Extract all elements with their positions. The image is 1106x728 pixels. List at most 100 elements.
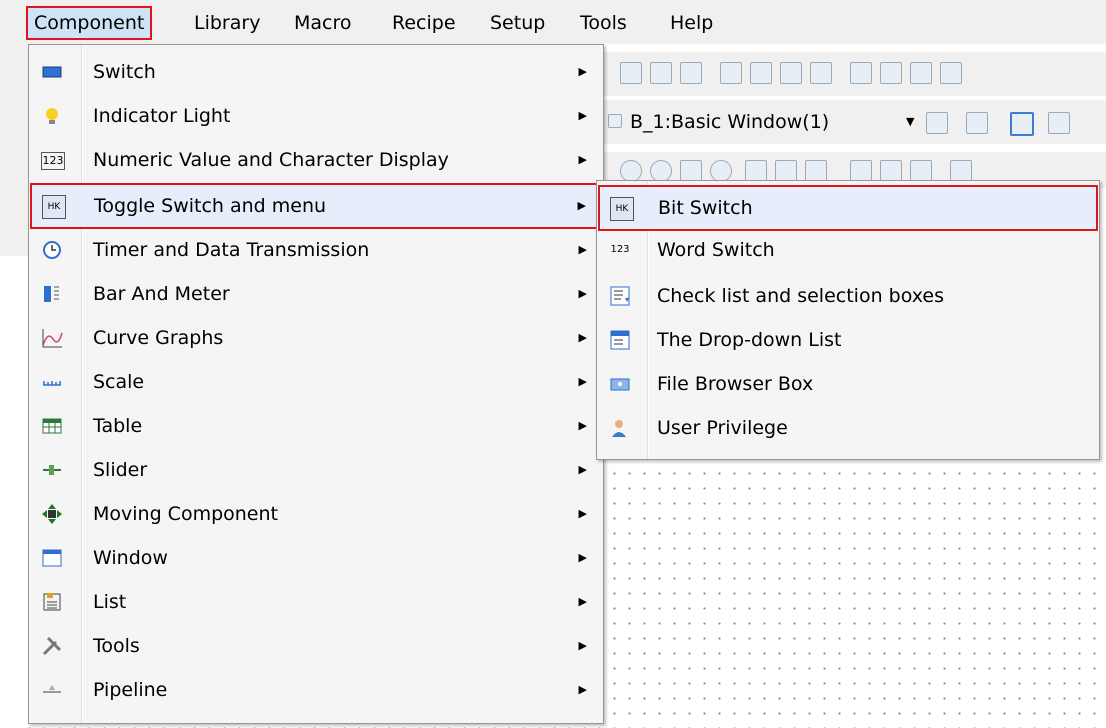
toggle-switch-submenu: HK Bit Switch 123 Word Switch Check list… bbox=[596, 180, 1100, 460]
submenu-arrow-icon: ▶ bbox=[578, 109, 587, 122]
circle-icon[interactable] bbox=[620, 160, 642, 182]
submenu-arrow-icon: ▶ bbox=[578, 331, 587, 344]
library-icon[interactable] bbox=[805, 160, 827, 182]
submenu-item-word-switch[interactable]: 123 Word Switch bbox=[599, 229, 1097, 271]
delete-icon[interactable] bbox=[910, 160, 932, 182]
clock-icon bbox=[41, 239, 63, 261]
submenu-item-file-browser[interactable]: File Browser Box bbox=[599, 363, 1097, 405]
submenu-item-dropdown-list[interactable]: The Drop-down List bbox=[599, 319, 1097, 361]
menu-help[interactable]: Help bbox=[664, 8, 719, 38]
toolbar-row-2: B_1:Basic Window(1) ▼ bbox=[600, 100, 1106, 144]
submenu-arrow-icon: ▶ bbox=[577, 199, 586, 212]
submenu-arrow-icon: ▶ bbox=[578, 153, 587, 166]
send-back-icon[interactable] bbox=[880, 62, 902, 84]
checklist-icon bbox=[609, 285, 631, 307]
same-size-icon[interactable] bbox=[780, 62, 802, 84]
color-icon[interactable] bbox=[810, 62, 832, 84]
compile-icon[interactable] bbox=[850, 160, 872, 182]
file-browser-icon bbox=[609, 373, 631, 395]
toolbar-row-1 bbox=[600, 52, 1106, 96]
run-icon[interactable] bbox=[950, 160, 972, 182]
download-icon[interactable] bbox=[880, 160, 902, 182]
menu-item-label: Curve Graphs bbox=[93, 327, 224, 349]
backward-icon[interactable] bbox=[940, 62, 962, 84]
submenu-arrow-icon: ▶ bbox=[578, 595, 587, 608]
submenu-item-label: User Privilege bbox=[657, 417, 788, 439]
menu-item-label: Indicator Light bbox=[93, 105, 231, 127]
menu-item-table[interactable]: Table ▶ bbox=[31, 405, 601, 447]
menu-macro[interactable]: Macro bbox=[288, 8, 358, 38]
lightbulb-icon bbox=[41, 105, 63, 127]
submenu-item-bit-switch[interactable]: HK Bit Switch bbox=[598, 185, 1098, 231]
ring-icon[interactable] bbox=[710, 160, 732, 182]
submenu-arrow-icon: ▶ bbox=[578, 375, 587, 388]
menu-item-indicator-light[interactable]: Indicator Light ▶ bbox=[31, 95, 601, 137]
menu-setup[interactable]: Setup bbox=[484, 8, 551, 38]
polygon-icon[interactable] bbox=[680, 160, 702, 182]
menu-tools[interactable]: Tools bbox=[574, 8, 633, 38]
window-icon bbox=[608, 114, 622, 128]
text-icon[interactable] bbox=[775, 160, 797, 182]
submenu-item-user-privilege[interactable]: User Privilege bbox=[599, 407, 1097, 449]
numeric-123-icon: 123 bbox=[41, 152, 65, 170]
menu-item-bar-meter[interactable]: Bar And Meter ▶ bbox=[31, 273, 601, 315]
menu-item-toggle-switch[interactable]: HK Toggle Switch and menu ▶ bbox=[30, 183, 602, 229]
menu-item-curve-graphs[interactable]: Curve Graphs ▶ bbox=[31, 317, 601, 359]
window-select[interactable]: B_1:Basic Window(1) bbox=[630, 105, 829, 139]
move-icon bbox=[41, 503, 63, 525]
forward-icon[interactable] bbox=[910, 62, 932, 84]
import-icon[interactable] bbox=[1048, 112, 1070, 134]
image-icon[interactable] bbox=[745, 160, 767, 182]
same-height-icon[interactable] bbox=[750, 62, 772, 84]
menu-item-tools[interactable]: Tools ▶ bbox=[31, 625, 601, 667]
submenu-arrow-icon: ▶ bbox=[578, 419, 587, 432]
menu-item-label: Timer and Data Transmission bbox=[93, 239, 370, 261]
dropdown-arrow-icon[interactable]: ▼ bbox=[906, 105, 914, 139]
dropdown-list-icon bbox=[609, 329, 631, 351]
window-icon bbox=[41, 547, 63, 569]
menu-library[interactable]: Library bbox=[188, 8, 266, 38]
curve-graph-icon bbox=[41, 327, 63, 349]
go-window-icon[interactable] bbox=[926, 112, 948, 134]
menu-item-label: Numeric Value and Character Display bbox=[93, 149, 449, 171]
menu-item-numeric-display[interactable]: 123 Numeric Value and Character Display … bbox=[31, 139, 601, 181]
submenu-arrow-icon: ▶ bbox=[578, 639, 587, 652]
align-bottom-icon[interactable] bbox=[680, 62, 702, 84]
submenu-item-label: The Drop-down List bbox=[657, 329, 842, 351]
menu-item-window[interactable]: Window ▶ bbox=[31, 537, 601, 579]
menu-component[interactable]: Component bbox=[26, 6, 153, 40]
menu-item-timer[interactable]: Timer and Data Transmission ▶ bbox=[31, 229, 601, 271]
submenu-item-label: Bit Switch bbox=[658, 197, 753, 219]
submenu-arrow-icon: ▶ bbox=[578, 287, 587, 300]
align-top-icon[interactable] bbox=[620, 62, 642, 84]
submenu-arrow-icon: ▶ bbox=[578, 243, 587, 256]
menu-item-label: Tools bbox=[93, 635, 140, 657]
arc-icon[interactable] bbox=[650, 160, 672, 182]
submenu-arrow-icon: ▶ bbox=[578, 463, 587, 476]
pipeline-icon bbox=[41, 679, 63, 701]
submenu-item-checklist[interactable]: Check list and selection boxes bbox=[599, 275, 1097, 317]
menu-item-switch[interactable]: Switch ▶ bbox=[31, 51, 601, 93]
left-toolbar-strip bbox=[0, 44, 30, 256]
table-icon bbox=[41, 415, 63, 437]
chart-window-icon[interactable] bbox=[1010, 112, 1034, 136]
menu-item-pipeline[interactable]: Pipeline ▶ bbox=[31, 669, 601, 711]
menu-recipe[interactable]: Recipe bbox=[386, 8, 462, 38]
menu-item-moving-component[interactable]: Moving Component ▶ bbox=[31, 493, 601, 535]
menu-item-label: Slider bbox=[93, 459, 148, 481]
tools-icon bbox=[41, 635, 63, 657]
menu-bar: Component Library Macro Recipe Setup Too… bbox=[0, 0, 1106, 44]
submenu-arrow-icon: ▶ bbox=[578, 65, 587, 78]
scale-icon bbox=[41, 371, 63, 393]
menu-item-slider[interactable]: Slider ▶ bbox=[31, 449, 601, 491]
submenu-item-label: File Browser Box bbox=[657, 373, 814, 395]
slider-icon bbox=[41, 459, 63, 481]
align-middle-icon[interactable] bbox=[650, 62, 672, 84]
bring-front-icon[interactable] bbox=[850, 62, 872, 84]
same-width-icon[interactable] bbox=[720, 62, 742, 84]
menu-item-list[interactable]: List ▶ bbox=[31, 581, 601, 623]
window-frame-icon[interactable] bbox=[966, 112, 988, 134]
menu-item-label: Table bbox=[93, 415, 143, 437]
menu-item-scale[interactable]: Scale ▶ bbox=[31, 361, 601, 403]
menu-item-label: Bar And Meter bbox=[93, 283, 230, 305]
